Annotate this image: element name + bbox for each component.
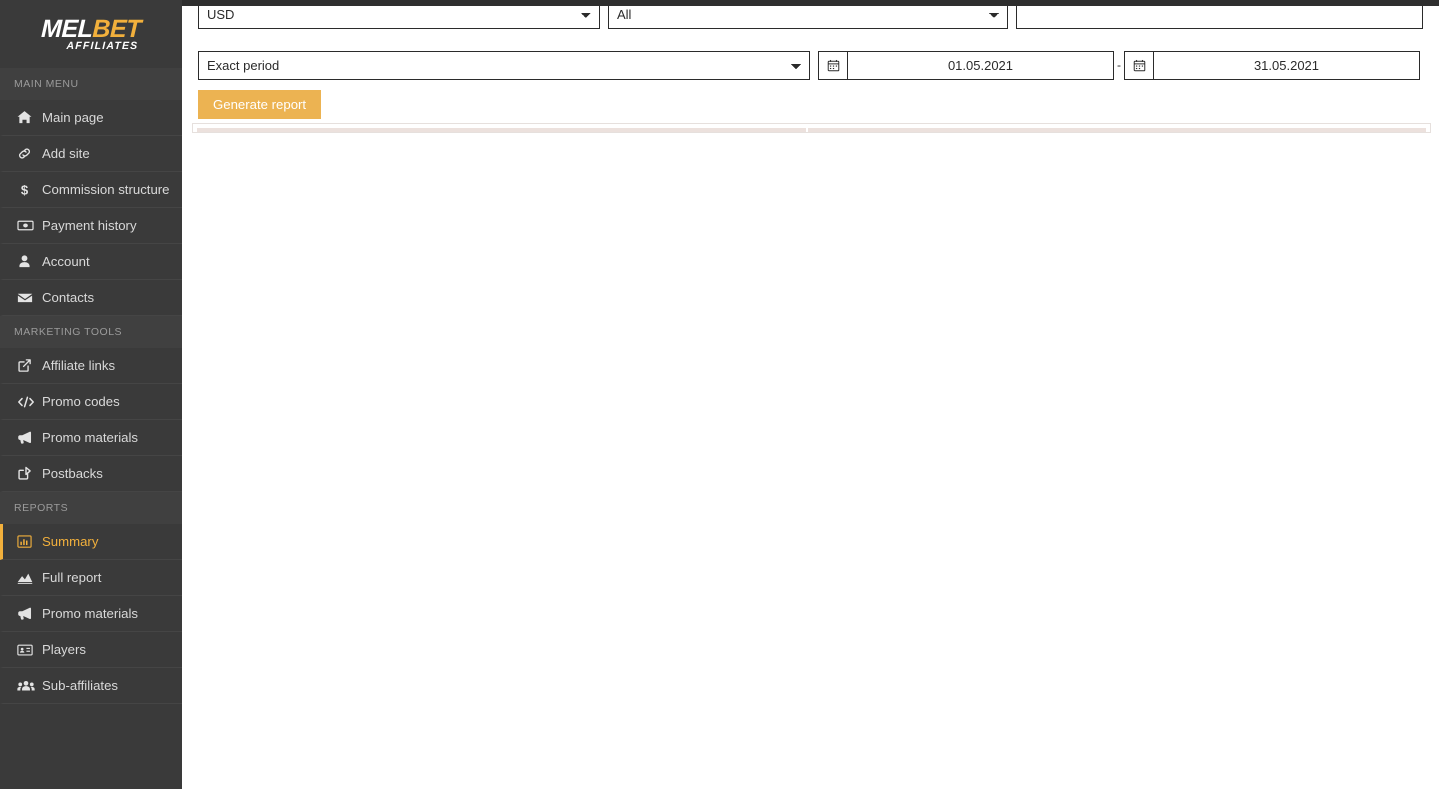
megaphone-icon <box>17 430 42 445</box>
app-root: MELBET AFFILIATES MAIN MENU Main page Add … <box>0 0 1439 789</box>
sidebar-item-label: Full report <box>42 570 102 585</box>
sidebar: MELBET AFFILIATES MAIN MENU Main page Add … <box>0 0 182 789</box>
sidebar-item-promo-materials[interactable]: Promo materials <box>0 420 182 456</box>
table-row: Views0 <box>197 128 1426 132</box>
sidebar-item-label: Promo codes <box>42 394 120 409</box>
summary-report-table: Views0Clicks0Direct links1,312CTR0 %Regi… <box>197 128 1426 132</box>
bar-chart-icon <box>17 534 42 549</box>
sidebar-section-title: MAIN MENU <box>0 68 182 100</box>
envelope-icon <box>17 291 42 305</box>
share-icon <box>17 466 42 481</box>
sidebar-item-label: Postbacks <box>42 466 103 481</box>
link-icon <box>17 146 42 161</box>
megaphone-icon <box>17 606 42 621</box>
sidebar-item-label: Summary <box>42 534 99 549</box>
sidebar-item-sub-affiliates[interactable]: Sub-affiliates <box>0 668 182 704</box>
sidebar-item-label: Main page <box>42 110 104 125</box>
user-icon <box>17 254 42 269</box>
generate-report-button[interactable]: Generate report <box>198 90 322 119</box>
sidebar-item-main-page[interactable]: Main page <box>0 100 182 136</box>
main-content: Currency: USD Site: All Media ID: <box>182 0 1439 789</box>
sidebar-item-summary[interactable]: Summary <box>0 524 182 560</box>
sidebar-item-label: Sub-affiliates <box>42 678 118 693</box>
summary-report-panel: Views0Clicks0Direct links1,312CTR0 %Regi… <box>192 123 1431 133</box>
date-to-input[interactable] <box>1154 52 1419 79</box>
sidebar-item-players[interactable]: Players <box>0 632 182 668</box>
sidebar-item-label: Promo materials <box>42 430 139 445</box>
calendar-icon[interactable] <box>819 52 848 79</box>
home-icon <box>17 110 42 125</box>
money-card-icon <box>17 218 42 233</box>
svg-text:$: $ <box>21 183 29 197</box>
filter-row-period: Exact period 01.05.2021 - 31.05.2021 <box>198 51 1423 80</box>
sidebar-item-label: Add site <box>42 146 90 161</box>
period-select[interactable]: Exact period <box>198 51 810 80</box>
id-card-icon <box>17 643 42 657</box>
sidebar-item-label: Players <box>42 642 86 657</box>
date-to-field[interactable] <box>1124 51 1420 80</box>
metric-value: 0 <box>808 128 1426 132</box>
sidebar-item-contacts[interactable]: Contacts <box>0 280 182 316</box>
sidebar-item-label: Affiliate links <box>42 358 116 373</box>
code-icon <box>17 395 42 409</box>
metric-label: Views <box>197 128 806 132</box>
date-range-separator: - <box>1117 58 1121 72</box>
sidebar-item-commission-structure[interactable]: $ Commission structure <box>0 172 182 208</box>
dollar-icon: $ <box>17 182 42 197</box>
area-chart-icon <box>17 571 42 585</box>
date-from-input[interactable] <box>848 52 1113 79</box>
sidebar-item-promo-codes[interactable]: Promo codes <box>0 384 182 420</box>
external-link-icon <box>17 358 42 373</box>
sidebar-item-label: Commission structure <box>42 182 170 197</box>
brand-name-part2: BET <box>92 14 142 43</box>
sidebar-item-label: Promo materials <box>42 606 139 621</box>
sidebar-section-title: REPORTS <box>0 492 182 524</box>
date-from-field[interactable] <box>818 51 1114 80</box>
sidebar-item-affiliate-links[interactable]: Affiliate links <box>0 348 182 384</box>
sidebar-nav: MAIN MENU Main page Add site $ Commission st… <box>0 68 182 704</box>
users-icon <box>17 679 42 693</box>
sidebar-item-label: Contacts <box>42 290 95 305</box>
period-filter-group: Exact period <box>198 51 810 80</box>
top-bar <box>182 0 1439 6</box>
brand-logo[interactable]: MELBET AFFILIATES <box>0 0 182 68</box>
sidebar-item-promo-materials[interactable]: Promo materials <box>0 596 182 632</box>
sidebar-section-title: MARKETING TOOLS <box>0 316 182 348</box>
sidebar-item-add-site[interactable]: Add site <box>0 136 182 172</box>
brand-name-part1: MEL <box>40 14 94 43</box>
sidebar-item-label: Account <box>42 254 90 269</box>
sidebar-item-account[interactable]: Account <box>0 244 182 280</box>
sidebar-item-payment-history[interactable]: Payment history <box>0 208 182 244</box>
sidebar-item-label: Payment history <box>42 218 137 233</box>
sidebar-item-postbacks[interactable]: Postbacks <box>0 456 182 492</box>
calendar-icon[interactable] <box>1125 52 1154 79</box>
sidebar-item-full-report[interactable]: Full report <box>0 560 182 596</box>
